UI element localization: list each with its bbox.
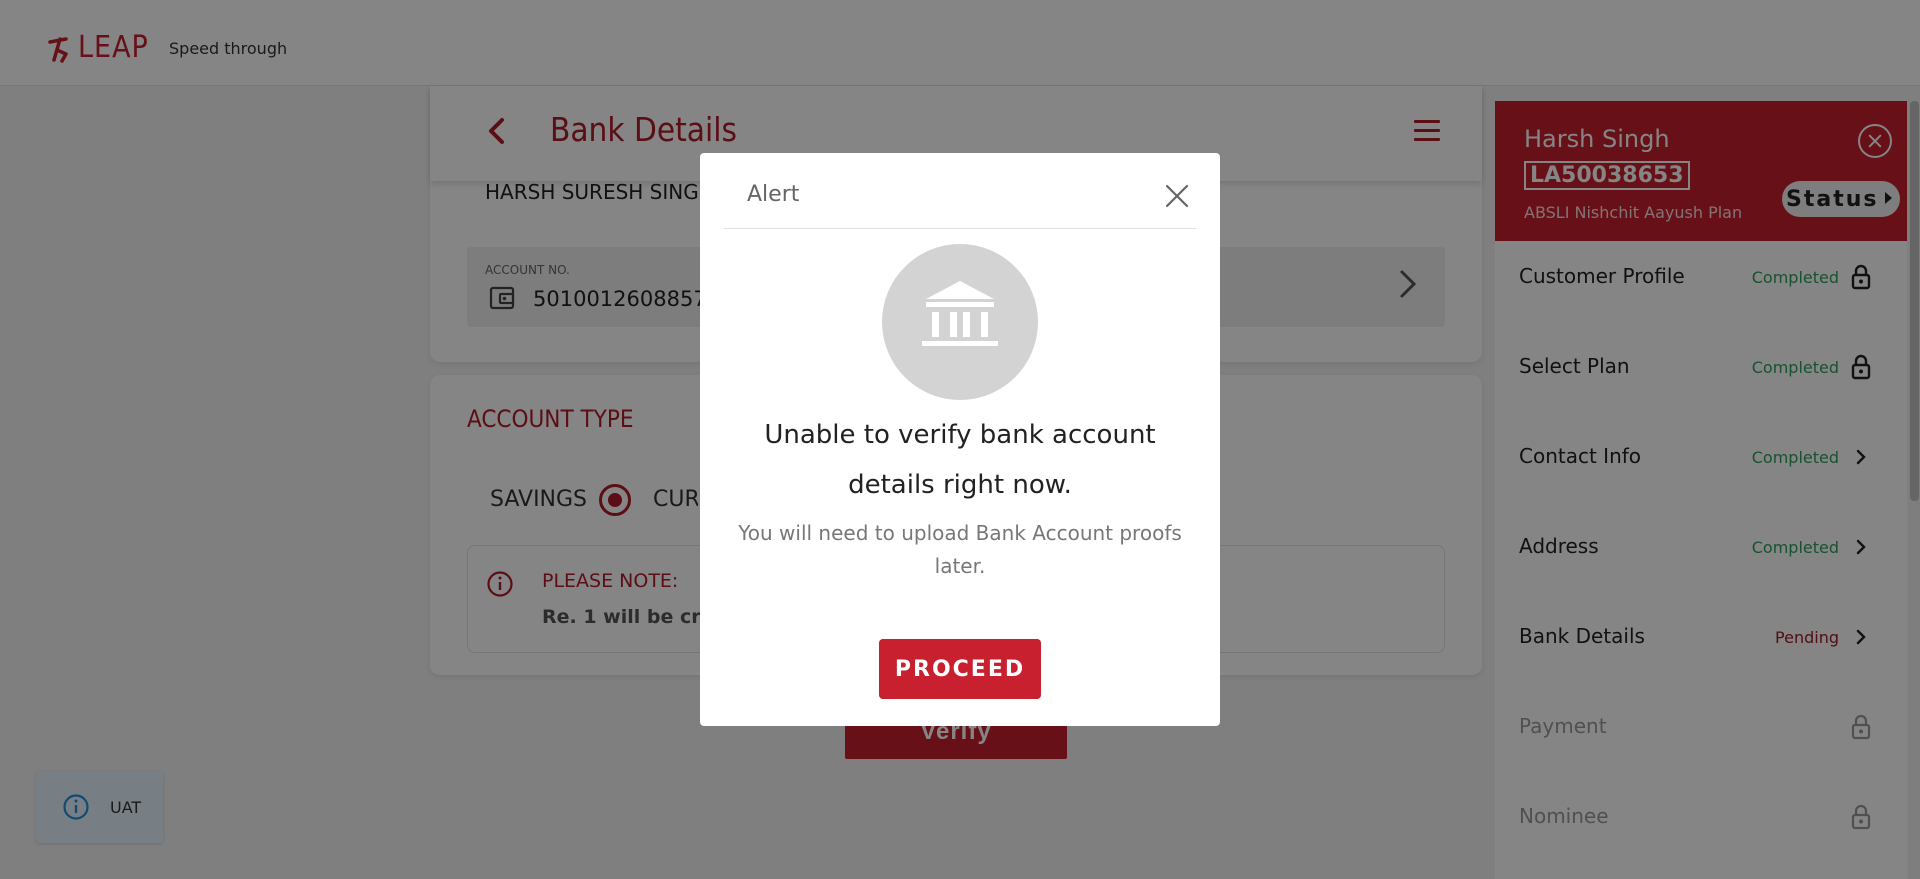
alert-heading: Unable to verify bank account details ri… — [764, 420, 1156, 500]
close-icon[interactable] — [1165, 184, 1189, 208]
alert-message: You will need to upload Bank Account pro… — [738, 521, 1182, 578]
bank-icon — [882, 244, 1038, 400]
alert-divider — [724, 228, 1196, 229]
alert-title: Alert — [747, 182, 800, 207]
proceed-button[interactable]: PROCEED — [879, 639, 1041, 699]
